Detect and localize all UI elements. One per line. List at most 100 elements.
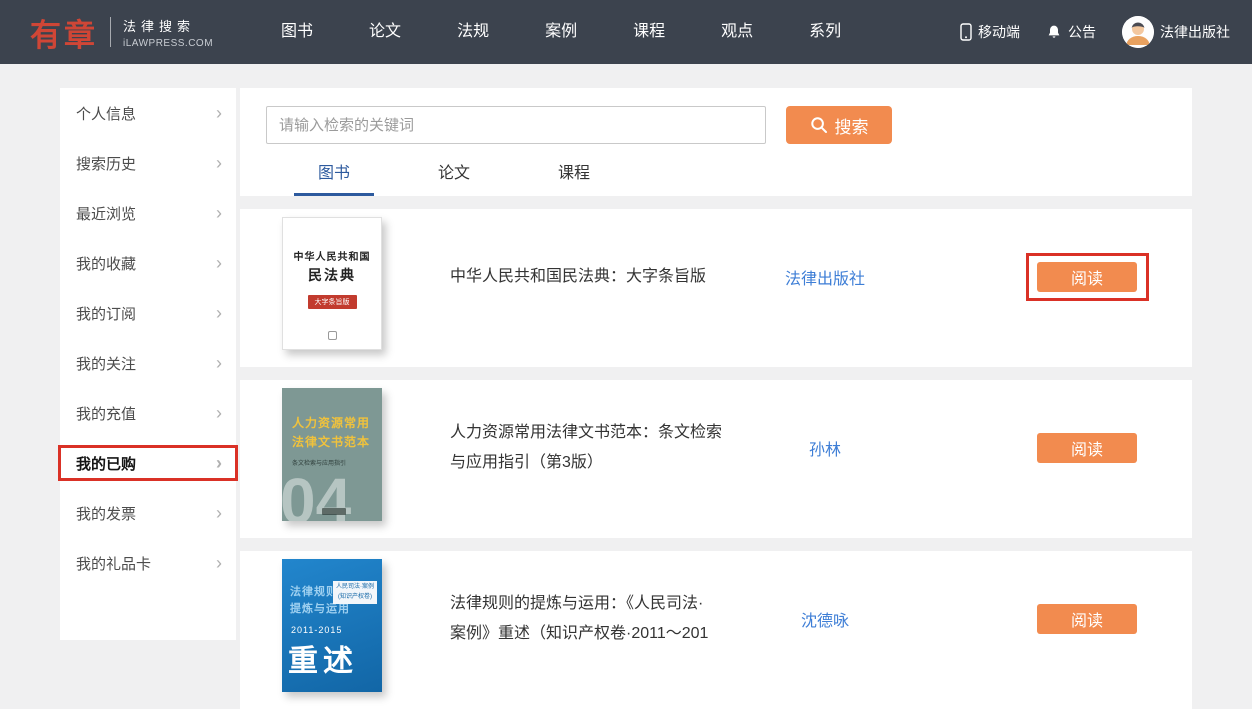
tab-papers[interactable]: 论文 (414, 154, 494, 196)
cover-years: 2011-2015 (291, 625, 382, 635)
cover-title-line2: 民法典 (308, 265, 356, 285)
logo-domain: iLAWPRESS.COM (123, 38, 213, 49)
book-title: 中华人民共和国民法典：大字条旨版 (450, 262, 770, 292)
sidebar-item-label: 我的发票 (76, 503, 136, 524)
result-tabs: 图书 论文 课程 (266, 154, 1192, 196)
sidebar-item-invoices[interactable]: 我的发票 › (60, 488, 236, 538)
topbar: 有章 法律搜索 iLAWPRESS.COM 图书 论文 法规 案例 课程 观点 … (0, 0, 1252, 64)
nav-cases[interactable]: 案例 (517, 0, 605, 64)
search-button[interactable]: 搜索 (786, 106, 892, 144)
cover-badge: 大字条旨版 (308, 295, 357, 309)
nav-regulations[interactable]: 法规 (429, 0, 517, 64)
cover-title-line1: 人力资源常用 (292, 414, 382, 431)
avatar (1122, 16, 1154, 48)
publisher-logo-icon (322, 508, 346, 515)
sidebar-item-follows[interactable]: 我的关注 › (60, 338, 236, 388)
sidebar-item-label: 最近浏览 (76, 203, 136, 224)
sidebar-item-label: 我的礼品卡 (76, 553, 151, 574)
read-button[interactable]: 阅读 (1037, 433, 1137, 463)
sidebar-item-label: 搜索历史 (76, 153, 136, 174)
cover-big-title: 重述 (288, 636, 382, 680)
book-author-link[interactable]: 沈德咏 (750, 607, 900, 631)
topbar-right: 移动端 公告 法律出版社 (934, 16, 1252, 48)
sidebar-item-label: 个人信息 (76, 103, 136, 124)
tab-courses[interactable]: 课程 (534, 154, 614, 196)
book-author-link[interactable]: 法律出版社 (750, 265, 900, 289)
book-author-link[interactable]: 孙林 (750, 436, 900, 460)
logo-wordmark: 有章 (30, 10, 98, 55)
logo-subtitle: 法律搜索 (123, 16, 213, 35)
nav-series[interactable]: 系列 (781, 0, 869, 64)
sidebar-item-label: 我的订阅 (76, 303, 136, 324)
mobile-label: 移动端 (978, 22, 1020, 42)
sidebar-item-label: 我的充值 (76, 403, 136, 424)
search-button-label: 搜索 (835, 113, 869, 138)
sidebar-item-profile[interactable]: 个人信息 › (60, 88, 236, 138)
site-logo[interactable]: 有章 法律搜索 iLAWPRESS.COM (30, 10, 213, 55)
sidebar-item-label: 我的关注 (76, 353, 136, 374)
chevron-right-icon: › (216, 354, 222, 372)
sidebar: 个人信息 › 搜索历史 › 最近浏览 › 我的收藏 › 我的订阅 › 我的关注 … (60, 88, 236, 640)
sidebar-item-recharge[interactable]: 我的充值 › (60, 388, 236, 438)
sidebar-item-subscriptions[interactable]: 我的订阅 › (60, 288, 236, 338)
book-title-line2: 与应用指引（第3版） (450, 448, 770, 478)
read-button[interactable]: 阅读 (1037, 262, 1137, 292)
book-row: 中华人民共和国 民法典 大字条旨版 中华人民共和国民法典：大字条旨版 法律出版社… (240, 209, 1192, 367)
publisher-logo-icon (328, 331, 337, 340)
book-cover[interactable]: 法律规则的 提炼与运用 人民司法·案例 (知识产权卷) 2011-2015 重述 (282, 559, 382, 692)
cover-badge-line1: 人民司法·案例 (336, 583, 374, 593)
main-content: 搜索 图书 论文 课程 中华人民共和国 民法典 大字条旨版 中华人民共和国民法典… (240, 88, 1192, 709)
nav-books[interactable]: 图书 (253, 0, 341, 64)
user-entry[interactable]: 法律出版社 (1122, 16, 1230, 48)
cover-badge-line2: (知识产权卷) (336, 593, 374, 603)
read-button[interactable]: 阅读 (1037, 604, 1137, 634)
chevron-right-icon: › (216, 154, 222, 172)
cover-title-line1: 中华人民共和国 (294, 248, 371, 263)
sidebar-item-label: 我的收藏 (76, 253, 136, 274)
phone-icon (960, 23, 972, 41)
nav-viewpoints[interactable]: 观点 (693, 0, 781, 64)
sidebar-item-gift-cards[interactable]: 我的礼品卡 › (60, 538, 236, 588)
chevron-right-icon: › (216, 104, 222, 122)
chevron-right-icon: › (216, 504, 222, 522)
chevron-right-icon: › (216, 304, 222, 322)
book-title-line1: 法律规则的提炼与运用：《人民司法· (450, 589, 770, 619)
tab-books[interactable]: 图书 (294, 154, 374, 196)
user-avatar-icon (1122, 16, 1154, 48)
book-cover[interactable]: 中华人民共和国 民法典 大字条旨版 (282, 217, 382, 350)
sidebar-item-recently-viewed[interactable]: 最近浏览 › (60, 188, 236, 238)
sidebar-item-label: 我的已购 (76, 453, 136, 474)
book-title: 人力资源常用法律文书范本：条文检索 与应用指引（第3版） (450, 418, 770, 478)
main-nav: 图书 论文 法规 案例 课程 观点 系列 (253, 0, 869, 64)
chevron-right-icon: › (216, 554, 222, 572)
book-cover[interactable]: 人力资源常用 法律文书范本 条文检索与应用指引 04 (282, 388, 382, 521)
sidebar-item-purchased[interactable]: 我的已购 › (60, 438, 236, 488)
chevron-right-icon: › (216, 404, 222, 422)
chevron-right-icon: › (216, 254, 222, 272)
chevron-right-icon: › (216, 204, 222, 222)
notice-entry[interactable]: 公告 (1046, 22, 1096, 42)
user-label: 法律出版社 (1160, 22, 1230, 42)
read-button-wrap: 阅读 (1037, 262, 1137, 292)
logo-divider (110, 17, 111, 47)
search-icon (810, 116, 828, 134)
book-row: 法律规则的 提炼与运用 人民司法·案例 (知识产权卷) 2011-2015 重述… (240, 551, 1192, 709)
book-title-line1: 中华人民共和国民法典：大字条旨版 (450, 262, 770, 292)
sidebar-item-favorites[interactable]: 我的收藏 › (60, 238, 236, 288)
sidebar-item-search-history[interactable]: 搜索历史 › (60, 138, 236, 188)
read-button-wrap: 阅读 (1037, 604, 1137, 634)
book-row: 人力资源常用 法律文书范本 条文检索与应用指引 04 人力资源常用法律文书范本：… (240, 380, 1192, 538)
chevron-right-icon: › (216, 454, 222, 472)
cover-title-line2: 法律文书范本 (292, 433, 382, 450)
nav-papers[interactable]: 论文 (341, 0, 429, 64)
book-title-line1: 人力资源常用法律文书范本：条文检索 (450, 418, 770, 448)
nav-courses[interactable]: 课程 (605, 0, 693, 64)
notice-label: 公告 (1068, 22, 1096, 42)
read-button-wrap: 阅读 (1037, 433, 1137, 463)
search-input[interactable] (266, 106, 766, 144)
book-title-line2: 案例》重述（知识产权卷·2011～201 (450, 619, 770, 649)
cover-badge: 人民司法·案例 (知识产权卷) (333, 581, 377, 604)
bell-icon (1046, 24, 1062, 40)
mobile-entry[interactable]: 移动端 (960, 22, 1020, 42)
search-panel: 搜索 图书 论文 课程 (240, 88, 1192, 196)
